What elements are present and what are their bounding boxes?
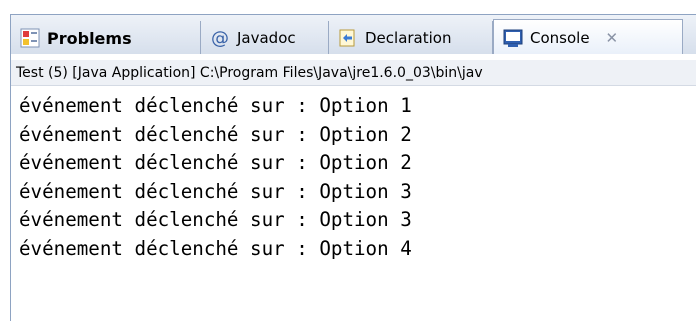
console-view: Problems @ Javadoc Declaration Console ✕… bbox=[0, 0, 696, 321]
console-icon bbox=[502, 27, 524, 49]
tab-problems[interactable]: Problems bbox=[11, 21, 201, 55]
tab-console[interactable]: Console ✕ bbox=[493, 19, 683, 55]
tab-declaration[interactable]: Declaration bbox=[329, 21, 493, 55]
tab-label: Console bbox=[530, 28, 590, 47]
javadoc-at-icon: @ bbox=[211, 27, 229, 49]
console-line: événement déclenché sur : Option 1 bbox=[19, 94, 412, 117]
console-line: événement déclenché sur : Option 2 bbox=[19, 151, 412, 174]
console-content: Test (5) [Java Application] C:\Program F… bbox=[10, 54, 696, 321]
tab-label: Declaration bbox=[365, 29, 452, 47]
console-line: événement déclenché sur : Option 3 bbox=[19, 179, 412, 203]
console-line: événement déclenché sur : Option 2 bbox=[19, 122, 412, 146]
tab-javadoc[interactable]: @ Javadoc bbox=[201, 21, 329, 55]
tab-label: Problems bbox=[47, 28, 132, 48]
launch-status-line: Test (5) [Java Application] C:\Program F… bbox=[11, 60, 696, 86]
tab-label: Javadoc bbox=[237, 29, 296, 47]
close-icon[interactable]: ✕ bbox=[606, 29, 619, 47]
problems-icon bbox=[19, 27, 41, 49]
view-tab-bar: Problems @ Javadoc Declaration Console ✕ bbox=[10, 14, 696, 55]
console-line: événement déclenché sur : Option 4 bbox=[19, 236, 412, 260]
declaration-icon bbox=[337, 27, 359, 49]
console-line: événement déclenché sur : Option 3 bbox=[19, 208, 412, 231]
console-output: événement déclenché sur : Option 1 événe… bbox=[19, 92, 412, 263]
